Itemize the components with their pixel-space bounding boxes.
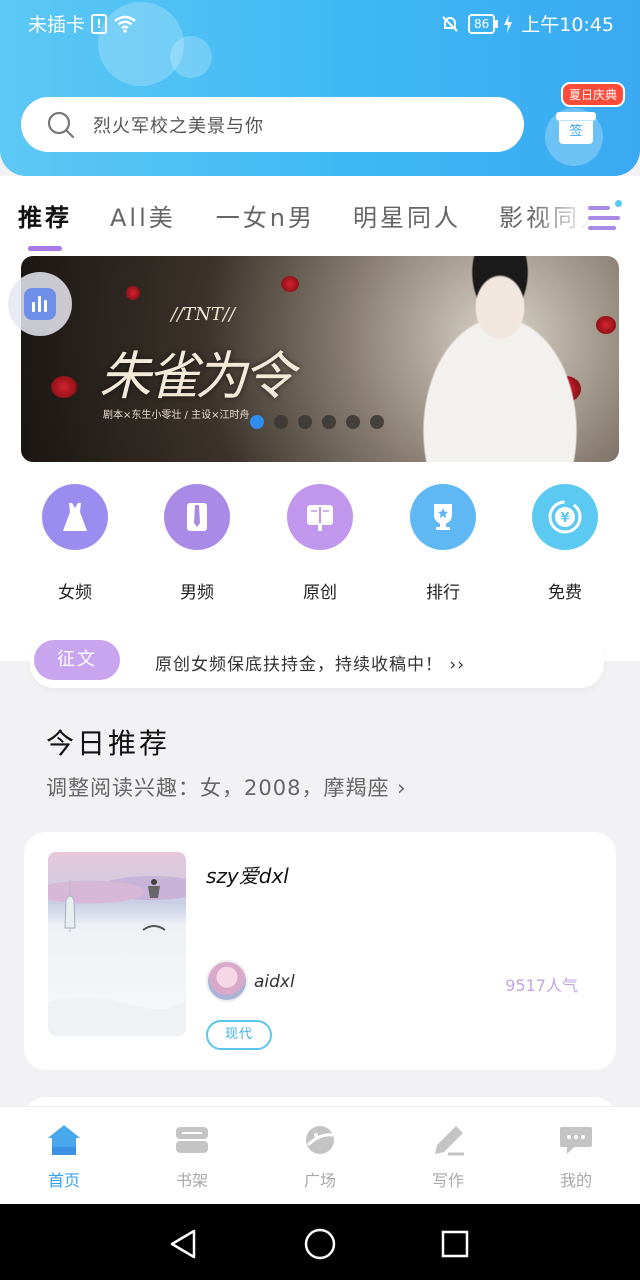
nav-label: 广场 — [303, 1171, 336, 1190]
bookshelf-icon — [174, 1123, 210, 1157]
pen-icon — [430, 1123, 466, 1157]
category-menu-icon[interactable] — [588, 200, 622, 232]
book-cover — [48, 852, 186, 1036]
floating-stats-button[interactable] — [8, 272, 72, 336]
pagination-dot — [250, 415, 264, 429]
planet-icon — [302, 1123, 338, 1157]
section-title: 今日推荐 — [46, 727, 171, 760]
shortcut-label: 男频 — [180, 583, 214, 603]
shortcut-label: 排行 — [426, 583, 460, 603]
tab-label: All美 — [110, 204, 176, 232]
book-icon — [287, 484, 353, 550]
reading-interest-link[interactable]: 调整阅读兴趣：女，2008，摩羯座 › — [46, 772, 407, 802]
charging-icon — [504, 14, 513, 33]
search-placeholder: 烈火军校之美景与你 — [93, 115, 264, 137]
banner-tnt-text: //TNT// — [171, 304, 236, 325]
banner-title: 朱雀为令 — [99, 347, 295, 407]
category-tabs-bar: 推荐 All美 一女n男 明星同人 影视同人 — [0, 176, 640, 266]
shortcut-ranking[interactable]: 排行 — [388, 484, 498, 603]
tab-label: 明星同人 — [352, 204, 461, 232]
author-avatar — [206, 960, 248, 1002]
pagination-dot — [274, 415, 288, 429]
shirt-icon — [164, 484, 230, 550]
chat-bubble-icon — [558, 1123, 594, 1157]
nav-square[interactable]: 广场 — [256, 1107, 384, 1204]
nav-label: 首页 — [47, 1171, 80, 1190]
signin-button[interactable]: 签 夏日庆典 — [545, 82, 626, 166]
recents-icon[interactable] — [441, 1230, 469, 1258]
pagination-dot — [346, 415, 360, 429]
book-title: szy爱dxl — [206, 864, 289, 888]
banner-credits: 剧本×东生小零壮 / 主设×江时舟 — [103, 410, 250, 421]
nav-home[interactable]: 首页 — [0, 1107, 128, 1204]
nav-bookshelf[interactable]: 书架 — [128, 1107, 256, 1204]
bottom-nav: 首页 书架 广场 写作 我的 — [0, 1106, 640, 1204]
contest-notice[interactable]: 征文 原创女频保底扶持金，持续收稿中！ ›› — [30, 640, 604, 688]
dress-icon — [42, 484, 108, 550]
promo-banner[interactable]: //TNT// 朱雀为令 剧本×东生小零壮 / 主设×江时舟 — [21, 256, 619, 462]
notice-text: 原创女频保底扶持金，持续收稿中！ ›› — [155, 655, 465, 675]
clock-text: 上午10:45 — [521, 14, 614, 36]
shortcut-original[interactable]: 原创 — [265, 484, 375, 603]
bar-chart-icon — [24, 288, 56, 320]
header: 未插卡 ! 86 上午10:45 烈火军校之美景与你 签 夏日庆典 — [0, 0, 640, 176]
banner-pagination — [250, 415, 384, 429]
pagination-dot — [298, 415, 312, 429]
tab-celebrity-fanfic[interactable]: 明星同人 — [353, 198, 461, 233]
carrier-text: 未插卡 — [28, 14, 86, 36]
yen-coin-icon: ¥ — [532, 484, 598, 550]
bell-muted-icon — [442, 15, 458, 32]
search-bar[interactable]: 烈火军校之美景与你 — [21, 97, 524, 152]
shortcut-label: 女频 — [58, 583, 92, 603]
tabs-fade — [530, 176, 640, 266]
shortcut-male[interactable]: 男频 — [142, 484, 252, 603]
wifi-icon — [114, 15, 136, 33]
nav-mine[interactable]: 我的 — [512, 1107, 640, 1204]
genre-tag: 现代 — [206, 1020, 272, 1050]
notice-tag: 征文 — [34, 640, 120, 680]
tab-all-beauty[interactable]: All美 — [110, 198, 176, 233]
book-card[interactable]: szy爱dxl aidxl 9517人气 现代 — [24, 832, 616, 1070]
back-icon[interactable] — [168, 1228, 198, 1260]
gift-icon: 签 — [556, 112, 596, 144]
shortcut-female[interactable]: 女频 — [20, 484, 130, 603]
category-tabs: 推荐 All美 一女n男 明星同人 影视同人 — [0, 198, 607, 251]
author-name: aidxl — [254, 972, 295, 992]
event-badge: 夏日庆典 — [561, 82, 626, 107]
pagination-dot — [322, 415, 336, 429]
trophy-icon — [410, 484, 476, 550]
tab-recommend[interactable]: 推荐 — [18, 198, 72, 251]
system-nav-bar — [0, 1204, 640, 1280]
tab-one-girl-n-boys[interactable]: 一女n男 — [216, 198, 315, 233]
shortcut-free[interactable]: ¥ 免费 — [510, 484, 620, 603]
shortcut-label: 免费 — [548, 583, 582, 603]
tab-active-indicator — [28, 246, 62, 251]
battery-icon: 86 — [467, 13, 499, 34]
nav-label: 写作 — [431, 1171, 464, 1190]
tab-label: 推荐 — [18, 204, 72, 232]
home-icon — [46, 1123, 82, 1157]
tab-label: 一女n男 — [215, 204, 315, 232]
banner-character-image — [381, 256, 619, 462]
pagination-dot — [370, 415, 384, 429]
shortcut-label: 原创 — [303, 583, 337, 603]
sim-alert-icon: ! — [91, 13, 108, 34]
popularity-count: 9517人气 — [505, 976, 578, 995]
svg-text:¥: ¥ — [560, 511, 569, 526]
search-icon — [47, 111, 75, 138]
nav-label: 书架 — [175, 1171, 208, 1190]
nav-label: 我的 — [559, 1171, 592, 1190]
nav-write[interactable]: 写作 — [384, 1107, 512, 1204]
status-bar: 未插卡 ! 86 上午10:45 — [0, 0, 640, 44]
home-circle-icon[interactable] — [304, 1228, 336, 1260]
